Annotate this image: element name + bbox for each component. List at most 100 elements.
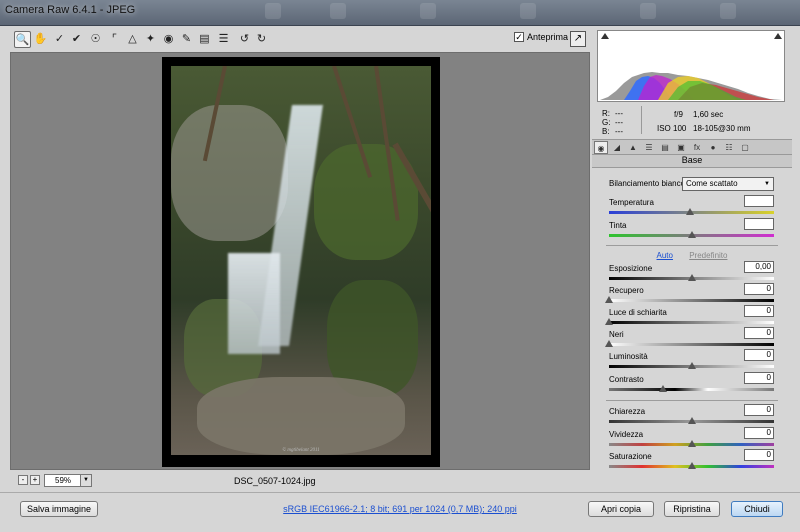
zoom-in-button[interactable]: + [30, 475, 40, 485]
slider-thumb[interactable] [685, 208, 694, 215]
title-bar: Camera Raw 6.4.1 - JPEG [0, 0, 800, 26]
slider-label: Temperatura [609, 198, 654, 207]
target-adjust-icon[interactable]: ☉ [87, 31, 104, 48]
exif-readout: R: --- G: --- B: --- f/9 1,60 sec ISO 10… [597, 104, 785, 136]
slider-luce-schiarita[interactable]: Luce di schiarita 0 [605, 305, 774, 328]
preview-label: Anteprima [527, 32, 569, 42]
taskbar-ghost-icon [265, 3, 281, 19]
histogram [597, 30, 785, 102]
crop-icon[interactable]: ⌜ [106, 31, 123, 48]
preview-toggle[interactable]: ✓ Anteprima [514, 32, 568, 42]
slider-temperatura[interactable]: Temperatura [609, 195, 774, 218]
basic-tab-icon[interactable]: ◉ [594, 141, 608, 154]
r-label: R: [602, 109, 610, 118]
lens-corrections-tab-icon[interactable]: ▣ [674, 141, 688, 154]
slider-neri[interactable]: Neri 0 [605, 327, 774, 350]
default-link[interactable]: Predefinito [689, 251, 727, 260]
zoom-out-button[interactable]: - [18, 475, 28, 485]
tinta-field[interactable] [744, 218, 774, 230]
spot-removal-icon[interactable]: ✦ [142, 31, 159, 48]
slider-contrasto[interactable]: Contrasto 0 [609, 372, 774, 395]
effects-tab-icon[interactable]: fx [690, 141, 704, 154]
slider-label: Esposizione [609, 264, 653, 273]
slider-label: Luce di schiarita [609, 308, 667, 317]
slider-label: Chiarezza [609, 407, 646, 416]
slider-label: Luminosità [609, 352, 648, 361]
tool-bar: 🔍 ✋ ✓ ✔ ☉ ⌜ △ ✦ ◉ ✎ ▤ ☰ ↺ ↻ ✓ Anteprima … [10, 30, 590, 50]
slider-thumb[interactable] [687, 231, 696, 238]
snapshots-tab-icon[interactable]: ▢ [738, 141, 752, 154]
luce-field[interactable]: 0 [744, 305, 774, 317]
rotate-right-icon[interactable]: ↻ [253, 31, 270, 48]
workflow-options-link[interactable]: sRGB IEC61966-2.1; 8 bit; 691 per 1024 (… [200, 504, 600, 514]
temperatura-field[interactable] [744, 195, 774, 207]
g-label: G: [602, 118, 611, 127]
esposizione-field[interactable]: 0,00 [744, 261, 774, 273]
slider-label: Neri [609, 330, 624, 339]
slider-thumb[interactable] [659, 385, 668, 392]
slider-thumb[interactable] [605, 318, 613, 325]
slider-recupero[interactable]: Recupero 0 [605, 283, 774, 306]
color-sampler-icon[interactable]: ✔ [68, 31, 85, 48]
camera-calibration-tab-icon[interactable]: ● [706, 141, 720, 154]
shutter-speed: 1,60 sec [693, 110, 724, 119]
slider-thumb[interactable] [687, 417, 696, 424]
file-name: DSC_0507-1024.jpg [234, 476, 316, 486]
white-balance-value: Come scattato [686, 179, 738, 188]
slider-thumb[interactable] [687, 462, 696, 469]
graduated-filter-icon[interactable]: ▤ [196, 31, 213, 48]
slider-vividezza[interactable]: Vividezza 0 [609, 427, 774, 450]
vividezza-field[interactable]: 0 [744, 427, 774, 439]
red-eye-icon[interactable]: ◉ [160, 31, 177, 48]
neri-field[interactable]: 0 [744, 327, 774, 339]
panel-tabs: ◉ ◢ ▲ ☰ ▤ ▣ fx ● ☷ ▢ [592, 139, 792, 155]
slider-saturazione[interactable]: Saturazione 0 [609, 449, 774, 472]
zoom-dropdown-arrow-icon[interactable]: ▼ [80, 474, 92, 487]
auto-link[interactable]: Auto [657, 251, 673, 260]
r-value: --- [615, 109, 623, 118]
hand-icon[interactable]: ✋ [32, 31, 49, 48]
image-canvas[interactable]: © mgtibelant 2011 [10, 52, 590, 470]
slider-chiarezza[interactable]: Chiarezza 0 [609, 404, 774, 427]
straighten-icon[interactable]: △ [124, 31, 141, 48]
slider-label: Contrasto [609, 375, 644, 384]
slider-luminosita[interactable]: Luminosità 0 [609, 349, 774, 372]
detail-tab-icon[interactable]: ▲ [626, 141, 640, 154]
tone-curve-tab-icon[interactable]: ◢ [610, 141, 624, 154]
slider-thumb[interactable] [687, 362, 696, 369]
basic-panel: Bilanciamento bianco: Come scattato ▼ Te… [592, 169, 792, 473]
open-copy-button[interactable]: Apri copia [588, 501, 654, 517]
taskbar-ghost-icon [720, 3, 736, 19]
slider-thumb[interactable] [605, 340, 613, 347]
window-title: Camera Raw 6.4.1 - JPEG [5, 4, 136, 16]
rotate-left-icon[interactable]: ↺ [236, 31, 253, 48]
luminosita-field[interactable]: 0 [744, 349, 774, 361]
aperture: f/9 [674, 110, 683, 119]
zoom-icon[interactable]: 🔍 [14, 31, 31, 48]
reset-button[interactable]: Ripristina [664, 501, 720, 517]
recupero-field[interactable]: 0 [744, 283, 774, 295]
fullscreen-icon[interactable]: ↗ [570, 31, 586, 47]
slider-thumb[interactable] [687, 440, 696, 447]
slider-thumb[interactable] [687, 274, 696, 281]
waterfall-photo: © mgtibelant 2011 [171, 66, 431, 455]
split-toning-tab-icon[interactable]: ▤ [658, 141, 672, 154]
white-balance-select[interactable]: Come scattato ▼ [682, 177, 774, 191]
preferences-icon[interactable]: ☰ [215, 31, 232, 48]
panel-title: Base [592, 155, 792, 168]
contrasto-field[interactable]: 0 [744, 372, 774, 384]
hsl-tab-icon[interactable]: ☰ [642, 141, 656, 154]
slider-tinta[interactable]: Tinta [609, 218, 774, 241]
preview-checkbox[interactable]: ✓ [514, 32, 524, 42]
chiarezza-field[interactable]: 0 [744, 404, 774, 416]
photo-frame: © mgtibelant 2011 [162, 57, 440, 467]
slider-thumb[interactable] [605, 296, 613, 303]
close-button[interactable]: Chiudi [731, 501, 783, 517]
presets-tab-icon[interactable]: ☷ [722, 141, 736, 154]
adjustment-brush-icon[interactable]: ✎ [178, 31, 195, 48]
white-balance-icon[interactable]: ✓ [51, 31, 68, 48]
slider-label: Recupero [609, 286, 644, 295]
save-image-button[interactable]: Salva immagine [20, 501, 98, 517]
slider-esposizione[interactable]: Esposizione 0,00 [609, 261, 774, 284]
saturazione-field[interactable]: 0 [744, 449, 774, 461]
